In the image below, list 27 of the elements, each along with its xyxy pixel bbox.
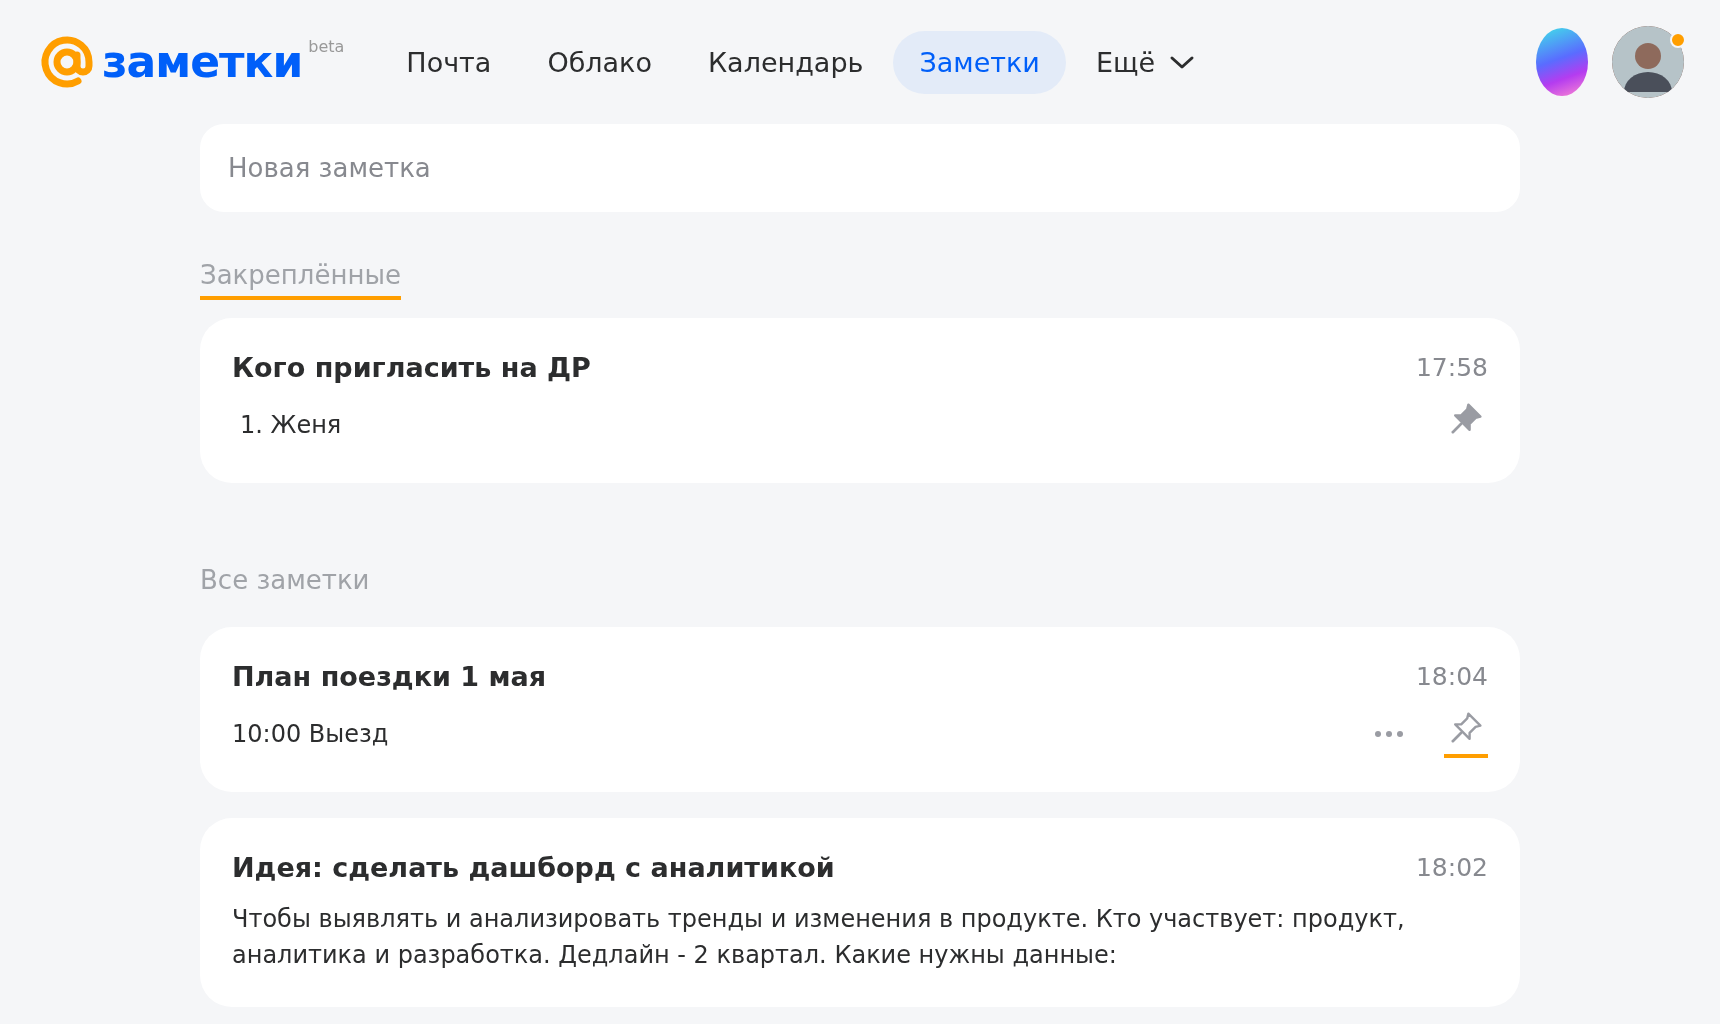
nav-tab[interactable]: Заметки — [893, 30, 1066, 94]
at-sign-logo-icon — [38, 33, 96, 91]
nav-tab[interactable]: Почта — [380, 30, 518, 94]
note-text: 10:00 Выезд — [232, 719, 390, 750]
section-heading: Все заметки — [200, 565, 370, 597]
note-card[interactable]: План поездки 1 мая 18:04 10:00 Выезд — [200, 627, 1520, 792]
note-time: 17:58 — [1415, 353, 1488, 382]
note-text: Чтобы выявлять и анализировать тренды и изменения в продукте. Кто участвует: продукт, аналитика и разработка. Дедлайн - 2 квартал. Какие нужны данные: — [232, 904, 1406, 971]
nav-tab[interactable]: Календарь — [681, 30, 890, 94]
nav-tab[interactable]: Ещё — [1069, 30, 1221, 94]
note-card[interactable]: Идея: сделать дашборд с аналитикой 18:02 Чтобы выявлять и анализировать тренды и изменения в продукте. Кто участвует: продукт, аналитика и разработка. Дедлайн - 2 квартал. Какие нужны данные: — [200, 818, 1520, 1007]
note-title: Кого пригласить на ДР — [232, 352, 591, 383]
pin-button[interactable] — [1444, 710, 1488, 758]
new-note-field[interactable]: Новая заметка — [200, 124, 1520, 212]
avatar[interactable] — [1612, 26, 1684, 98]
note-text: 1. Женя — [239, 410, 343, 441]
beta-label: beta — [308, 37, 345, 56]
note-card[interactable]: Кого пригласить на ДР 17:58 1. Женя — [200, 318, 1520, 483]
note-title: План поездки 1 мая — [232, 661, 547, 692]
nav-tab[interactable]: Облако — [521, 30, 678, 94]
note-time: 18:04 — [1415, 662, 1488, 691]
logo-text: заметки — [102, 35, 303, 89]
more-icon[interactable] — [1374, 730, 1404, 738]
caret-icon — [1169, 54, 1195, 70]
section-heading: Закреплённые — [200, 260, 401, 300]
note-title: Идея: сделать дашборд с аналитикой — [232, 852, 835, 883]
note-time: 18:02 — [1415, 853, 1488, 882]
